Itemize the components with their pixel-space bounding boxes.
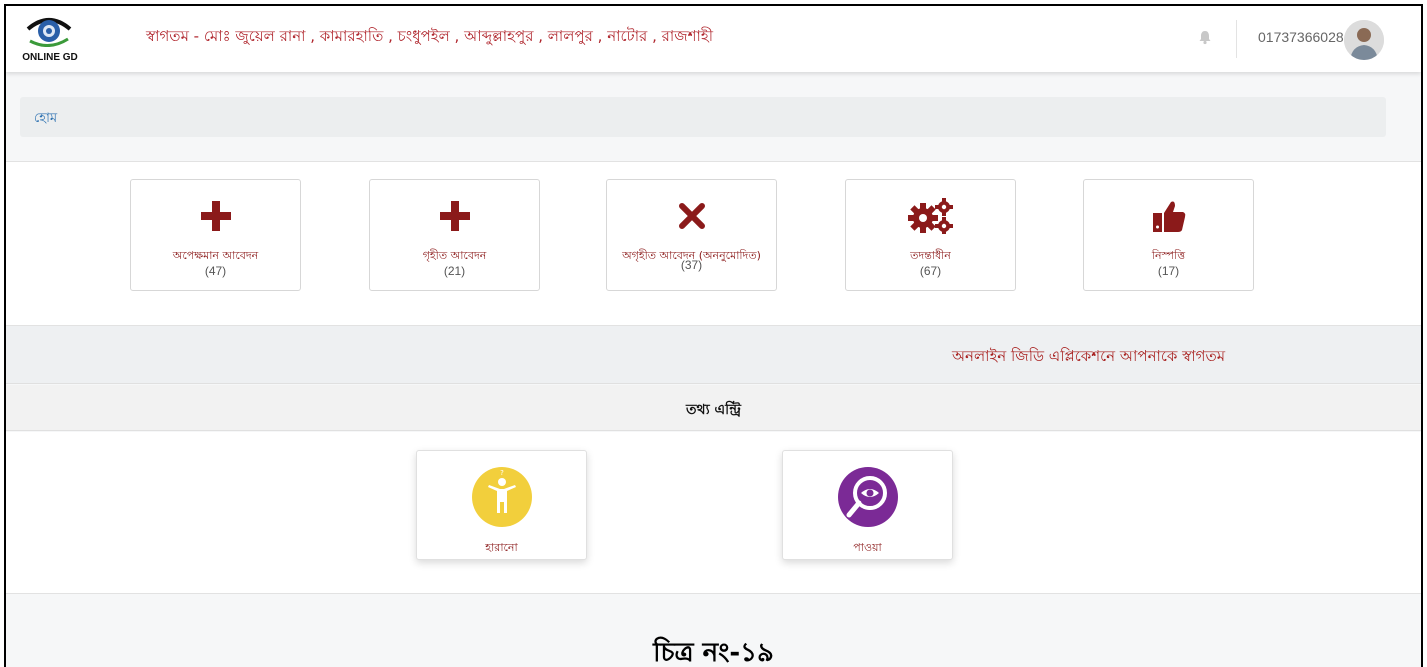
- found-search-icon: [838, 467, 898, 527]
- avatar[interactable]: [1344, 20, 1384, 60]
- stats-section: অপেক্ষমান আবেদন (47) গৃহীত আবেদন (21) অগ…: [6, 161, 1421, 326]
- breadcrumb-home-link[interactable]: হোম: [34, 109, 57, 130]
- entry-label: পাওয়া: [853, 541, 882, 554]
- entry-card-found[interactable]: পাওয়া: [782, 450, 953, 560]
- figure-caption: চিত্র নং-১৯: [653, 638, 774, 667]
- thumbs-up-icon: [1084, 198, 1253, 234]
- page-frame: ONLINE GD স্বাগতম - মোঃ জুয়েল রানা , কা…: [4, 4, 1423, 667]
- svg-text:?: ?: [500, 469, 504, 477]
- entry-label: হারানো: [485, 541, 518, 554]
- main-content: হোম অপেক্ষমান আবেদন (47) গৃহীত আবেদন (21…: [6, 72, 1421, 667]
- online-gd-logo[interactable]: ONLINE GD: [16, 12, 84, 66]
- header-divider: [1236, 20, 1237, 58]
- logo-eye-icon: [26, 18, 72, 47]
- top-navbar: ONLINE GD স্বাগতম - মোঃ জুয়েল রানা , কা…: [6, 6, 1421, 72]
- logo-text: ONLINE GD: [22, 52, 78, 63]
- welcome-user-text: স্বাগতম - মোঃ জুয়েল রানা , কামারহাতি , …: [146, 27, 714, 45]
- entry-section-title: তথ্য এন্ট্রি: [686, 402, 741, 418]
- user-phone[interactable]: 01737366028: [1258, 29, 1344, 45]
- stat-count: (17): [1157, 264, 1180, 278]
- stat-card-resolved[interactable]: নিস্পত্তি (17): [1083, 179, 1254, 291]
- entry-card-lost[interactable]: ? হারানো: [416, 450, 587, 560]
- lost-person-icon: ?: [472, 467, 532, 527]
- welcome-banner-text: অনলাইন জিডি এপ্লিকেশনে আপনাকে স্বাগতম: [952, 347, 1226, 365]
- entry-section: ? হারানো পাওয়া: [6, 432, 1421, 594]
- stat-count: (67): [919, 264, 942, 278]
- welcome-banner: অনলাইন জিডি এপ্লিকেশনে আপনাকে স্বাগতম: [6, 326, 1421, 384]
- breadcrumb: হোম: [20, 97, 1386, 137]
- gears-icon: [846, 198, 1015, 234]
- stat-card-pending[interactable]: অপেক্ষমান আবেদন (47): [130, 179, 301, 291]
- entry-section-header: তথ্য এন্ট্রি: [6, 385, 1421, 431]
- bell-icon[interactable]: [1197, 29, 1213, 45]
- stat-card-investigating[interactable]: তদন্তাধীন (67): [845, 179, 1016, 291]
- stat-count: (47): [204, 264, 227, 278]
- plus-icon: [370, 198, 539, 234]
- stat-count: (21): [443, 264, 466, 278]
- plus-icon: [131, 198, 300, 234]
- close-icon: [607, 198, 776, 234]
- stat-card-rejected[interactable]: অগৃহীত আবেদন (অননুমোদিত) (37): [606, 179, 777, 291]
- stat-card-accepted[interactable]: গৃহীত আবেদন (21): [369, 179, 540, 291]
- stat-count: (37): [680, 258, 703, 272]
- avatar-photo-icon: [1344, 20, 1384, 60]
